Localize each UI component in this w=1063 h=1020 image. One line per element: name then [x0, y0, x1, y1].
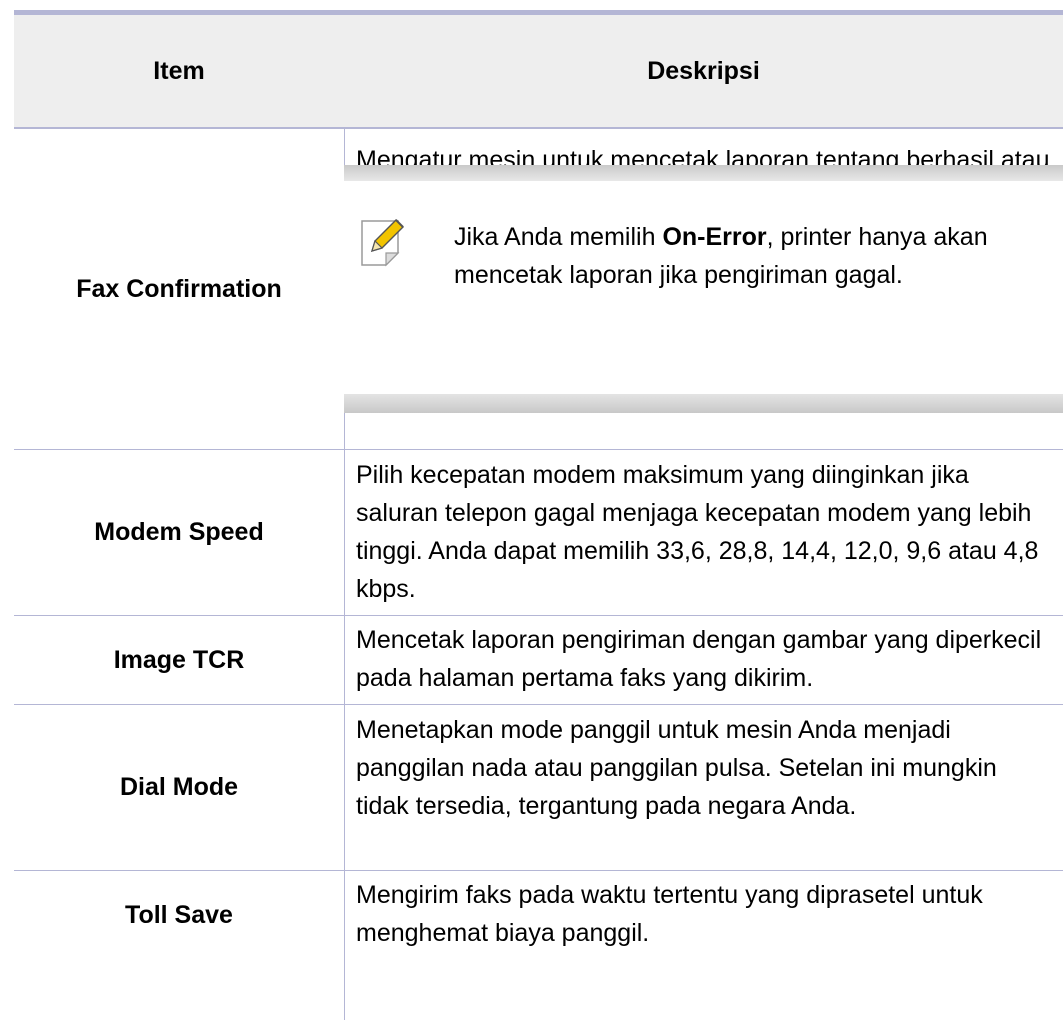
row-item: Image TCR [113, 645, 245, 674]
note-text: Jika Anda memilih On-Error, printer hany… [454, 218, 1044, 294]
note-pencil-icon [358, 217, 408, 269]
row-description: Pilih kecepatan modem maksimum yang diin… [356, 461, 1039, 603]
table-row: Modem Speed Pilih kecepatan modem maksim… [14, 450, 1063, 615]
table-header: Item Deskripsi [14, 15, 1063, 129]
table-row: Image TCR Mencetak laporan pengiriman de… [14, 616, 1063, 704]
header-item: Item [153, 56, 205, 85]
row-item: Fax Confirmation [76, 274, 282, 303]
table-row: Toll Save Mengirim faks pada waktu terte… [14, 871, 1063, 1020]
note-box: Jika Anda memilih On-Error, printer hany… [344, 165, 1063, 413]
row-description: Mencetak laporan pengiriman dengan gamba… [356, 626, 1042, 692]
note-bar-bottom [344, 394, 1063, 413]
table-row: Dial Mode Menetapkan mode panggil untuk … [14, 705, 1063, 870]
row-item: Toll Save [125, 901, 233, 929]
row-description: Mengirim faks pada waktu tertentu yang d… [356, 881, 983, 947]
note-bar-top [344, 165, 1063, 181]
row-description: Menetapkan mode panggil untuk mesin Anda… [356, 716, 997, 820]
row-item: Dial Mode [119, 773, 239, 801]
note-text-bold: On-Error [662, 223, 767, 251]
row-item: Modem Speed [94, 518, 264, 546]
header-description: Deskripsi [647, 56, 760, 85]
note-text-before: Jika Anda memilih [454, 223, 663, 251]
